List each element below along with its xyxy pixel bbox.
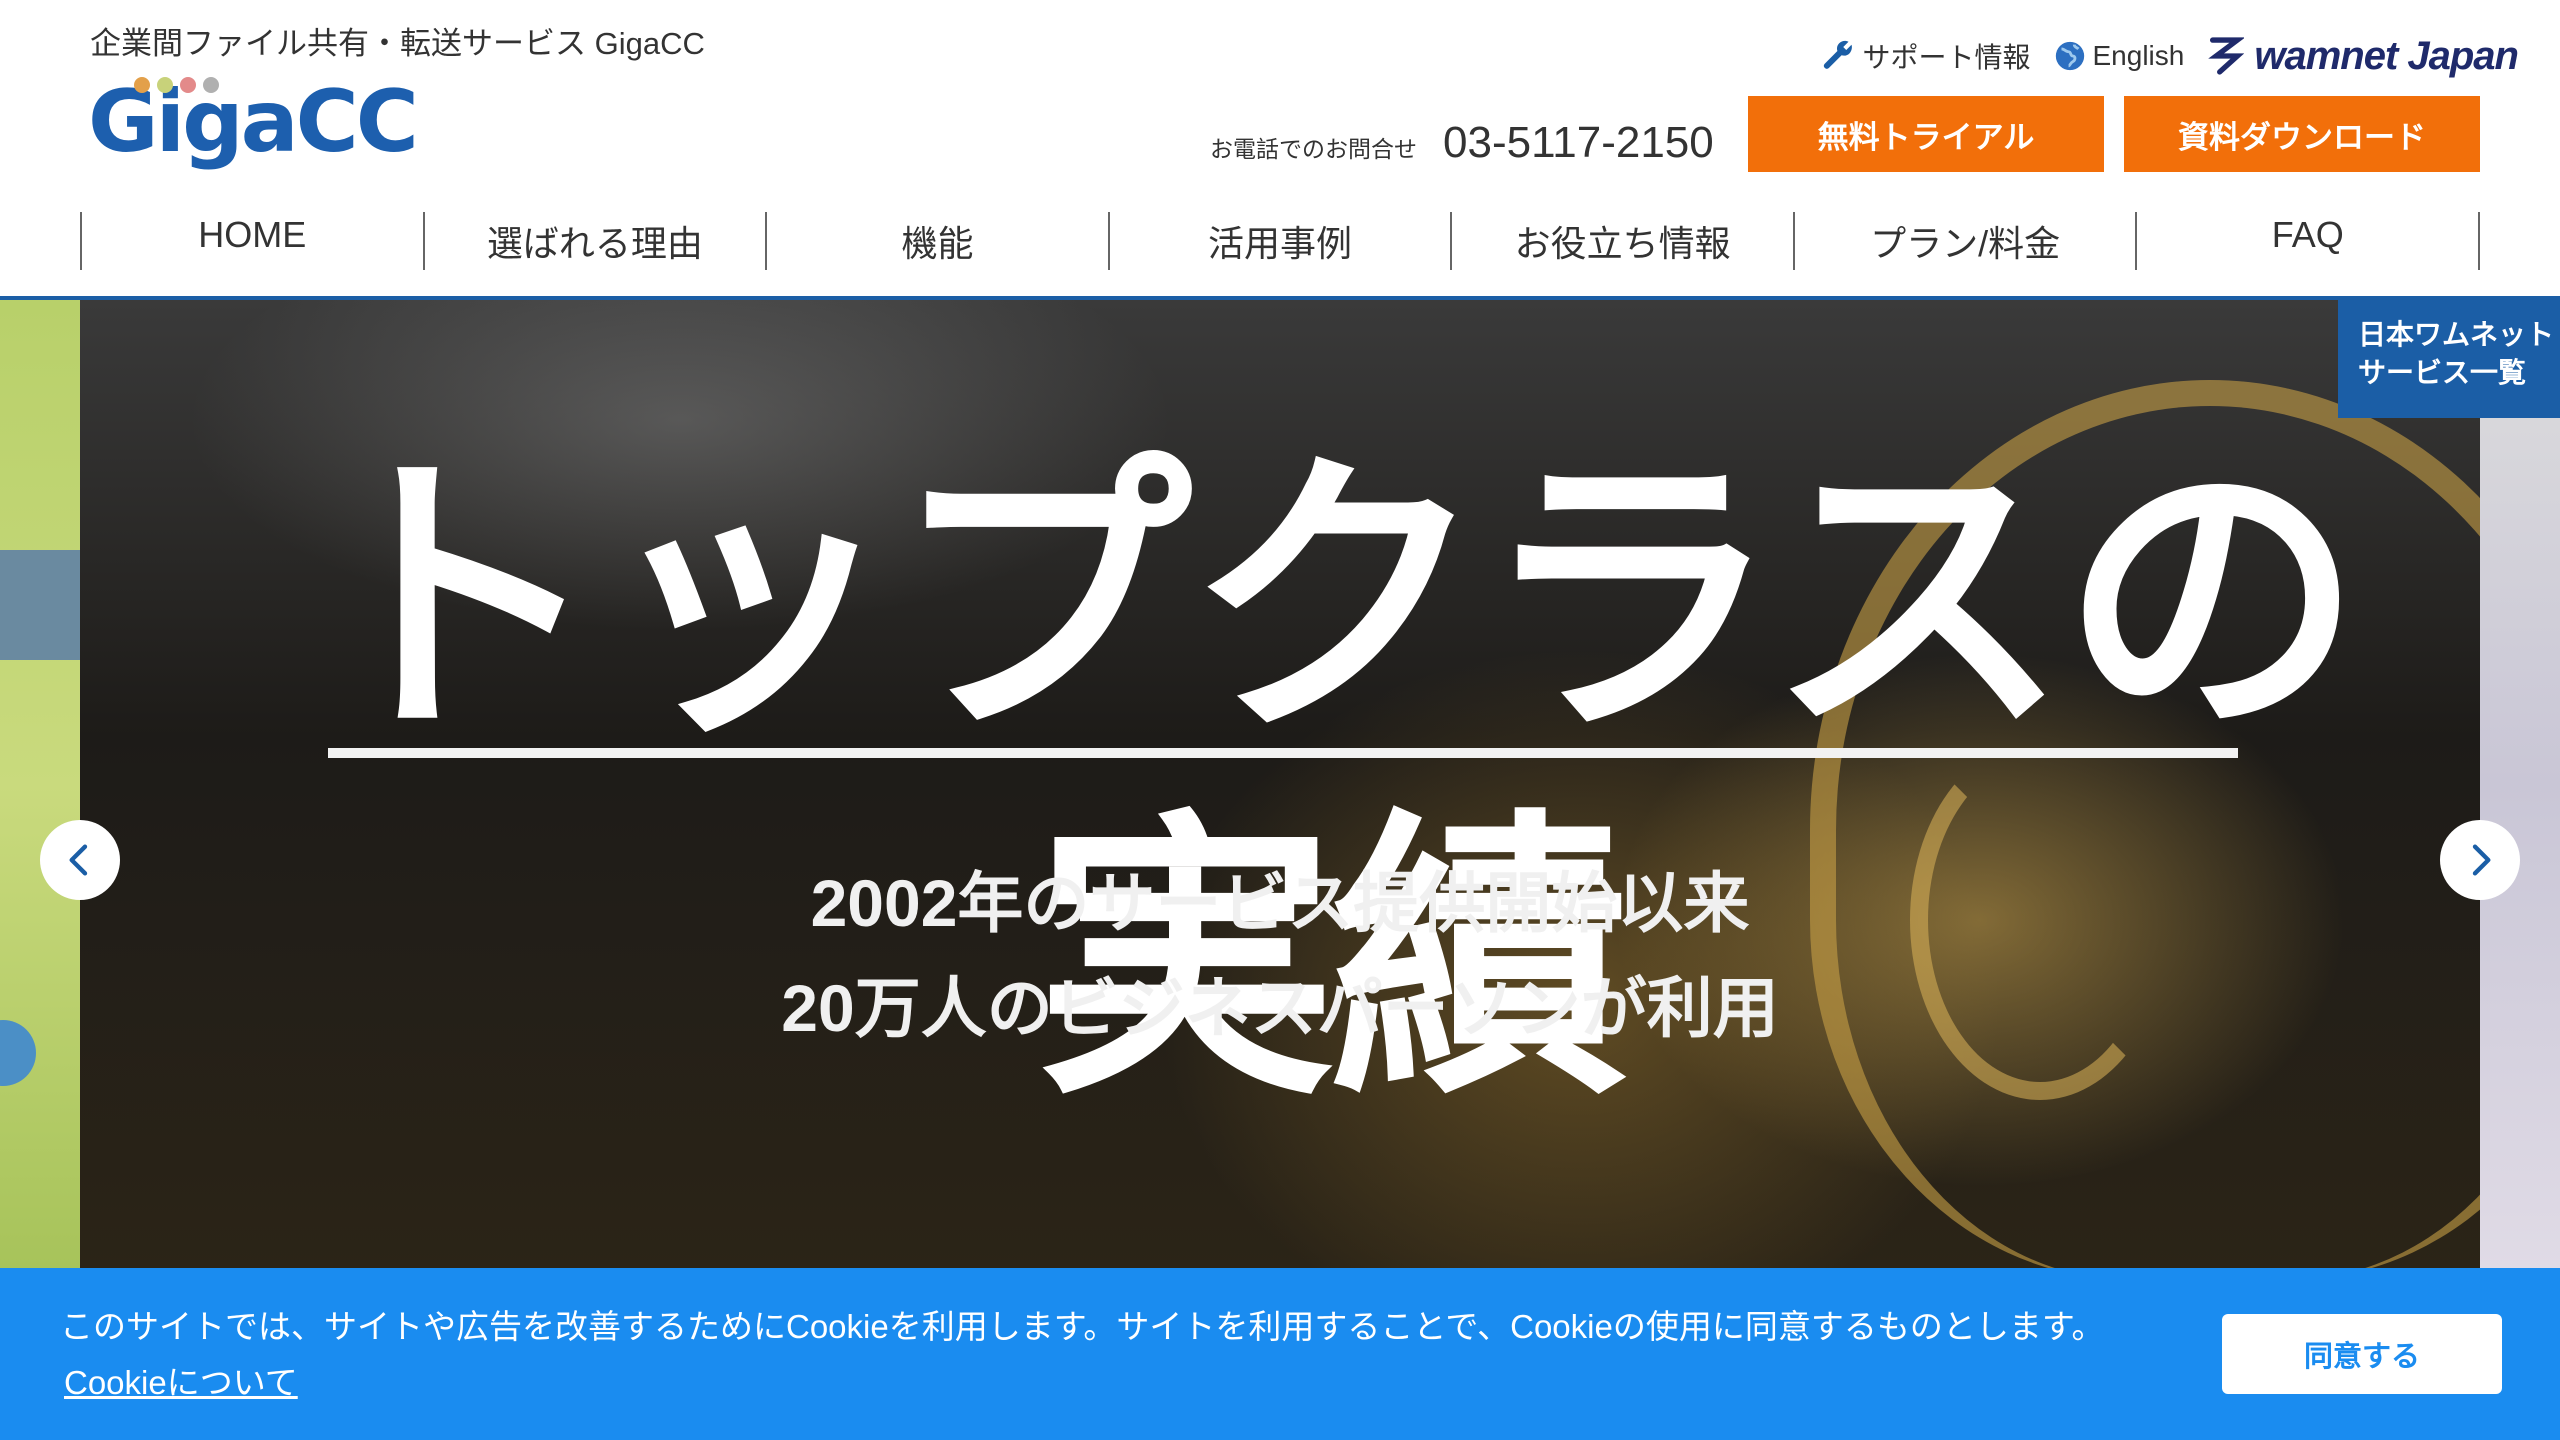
document-download-button[interactable]: 資料ダウンロード: [2124, 96, 2480, 172]
main-nav: HOME 選ばれる理由 機能 活用事例 お役立ち情報 プラン/料金 FAQ: [80, 212, 2481, 270]
wamnet-brand-link[interactable]: wamnet Japan: [2206, 33, 2519, 79]
nav-item-resources[interactable]: お役立ち情報: [1450, 212, 1793, 270]
english-link-label: English: [2092, 40, 2185, 71]
hero-divider: [328, 748, 2238, 758]
wrench-icon: [1824, 40, 1853, 69]
phone-number[interactable]: 03-5117-2150: [1443, 118, 1714, 168]
cookie-accept-button[interactable]: 同意する: [2222, 1314, 2502, 1394]
chevron-left-icon: [69, 844, 88, 876]
nav-item-reasons[interactable]: 選ばれる理由: [422, 212, 766, 270]
nav-item-cases[interactable]: 活用事例: [1107, 212, 1451, 270]
top-links: サポート情報 English wamnet Japan: [1820, 33, 2519, 79]
gigacc-logo[interactable]: GigaCC: [88, 68, 419, 178]
carousel-prev-button[interactable]: [40, 820, 120, 900]
support-link-label: サポート情報: [1862, 42, 2031, 73]
wamnet-services-tab[interactable]: 日本ワムネット サービス一覧: [2338, 300, 2560, 418]
site-tagline: 企業間ファイル共有・転送サービス GigaCC: [90, 26, 705, 61]
service-tab-line2: サービス一覧: [2358, 357, 2527, 388]
carousel-next-button[interactable]: [2440, 820, 2520, 900]
site-header: 企業間ファイル共有・転送サービス GigaCC GigaCC サポート情報 En…: [0, 0, 2560, 300]
nav-item-features[interactable]: 機能: [765, 212, 1108, 270]
globe-icon: [2055, 41, 2084, 71]
hero-carousel: トップクラスの実績 2002年のサービス提供開始以来 20万人のビジネスパーソン…: [0, 300, 2560, 1270]
wamnet-brand-label: wamnet Japan: [2254, 33, 2519, 78]
chevron-right-icon: [2472, 844, 2491, 876]
nav-item-home[interactable]: HOME: [80, 212, 423, 270]
phone-label: お電話でのお問合せ: [1210, 136, 1417, 162]
cookie-policy-link[interactable]: Cookieについて: [64, 1356, 298, 1404]
cookie-message: このサイトでは、サイトや広告を改善するためにCookieを利用します。サイトを利…: [60, 1308, 2105, 1345]
next-slide-peek[interactable]: [2480, 300, 2560, 1270]
nav-item-faq[interactable]: FAQ: [2135, 212, 2481, 270]
phone-contact: お電話でのお問合せ 03-5117-2150: [1210, 118, 1714, 168]
english-link[interactable]: English: [2053, 39, 2185, 73]
cookie-consent-bar: このサイトでは、サイトや広告を改善するためにCookieを利用します。サイトを利…: [0, 1268, 2560, 1440]
logo-dots: [134, 77, 219, 93]
hero-subtitle-1: 2002年のサービス提供開始以来: [810, 866, 1750, 940]
free-trial-button[interactable]: 無料トライアル: [1748, 96, 2104, 172]
hero-subtitle-2: 20万人のビジネスパーソンが利用: [781, 971, 1779, 1045]
wamnet-logo-icon: [2208, 37, 2245, 75]
support-link[interactable]: サポート情報: [1820, 36, 2031, 76]
nav-item-pricing[interactable]: プラン/料金: [1792, 212, 2136, 270]
service-tab-line1: 日本ワムネット: [2358, 319, 2555, 350]
previous-slide-peek[interactable]: [0, 300, 80, 1270]
